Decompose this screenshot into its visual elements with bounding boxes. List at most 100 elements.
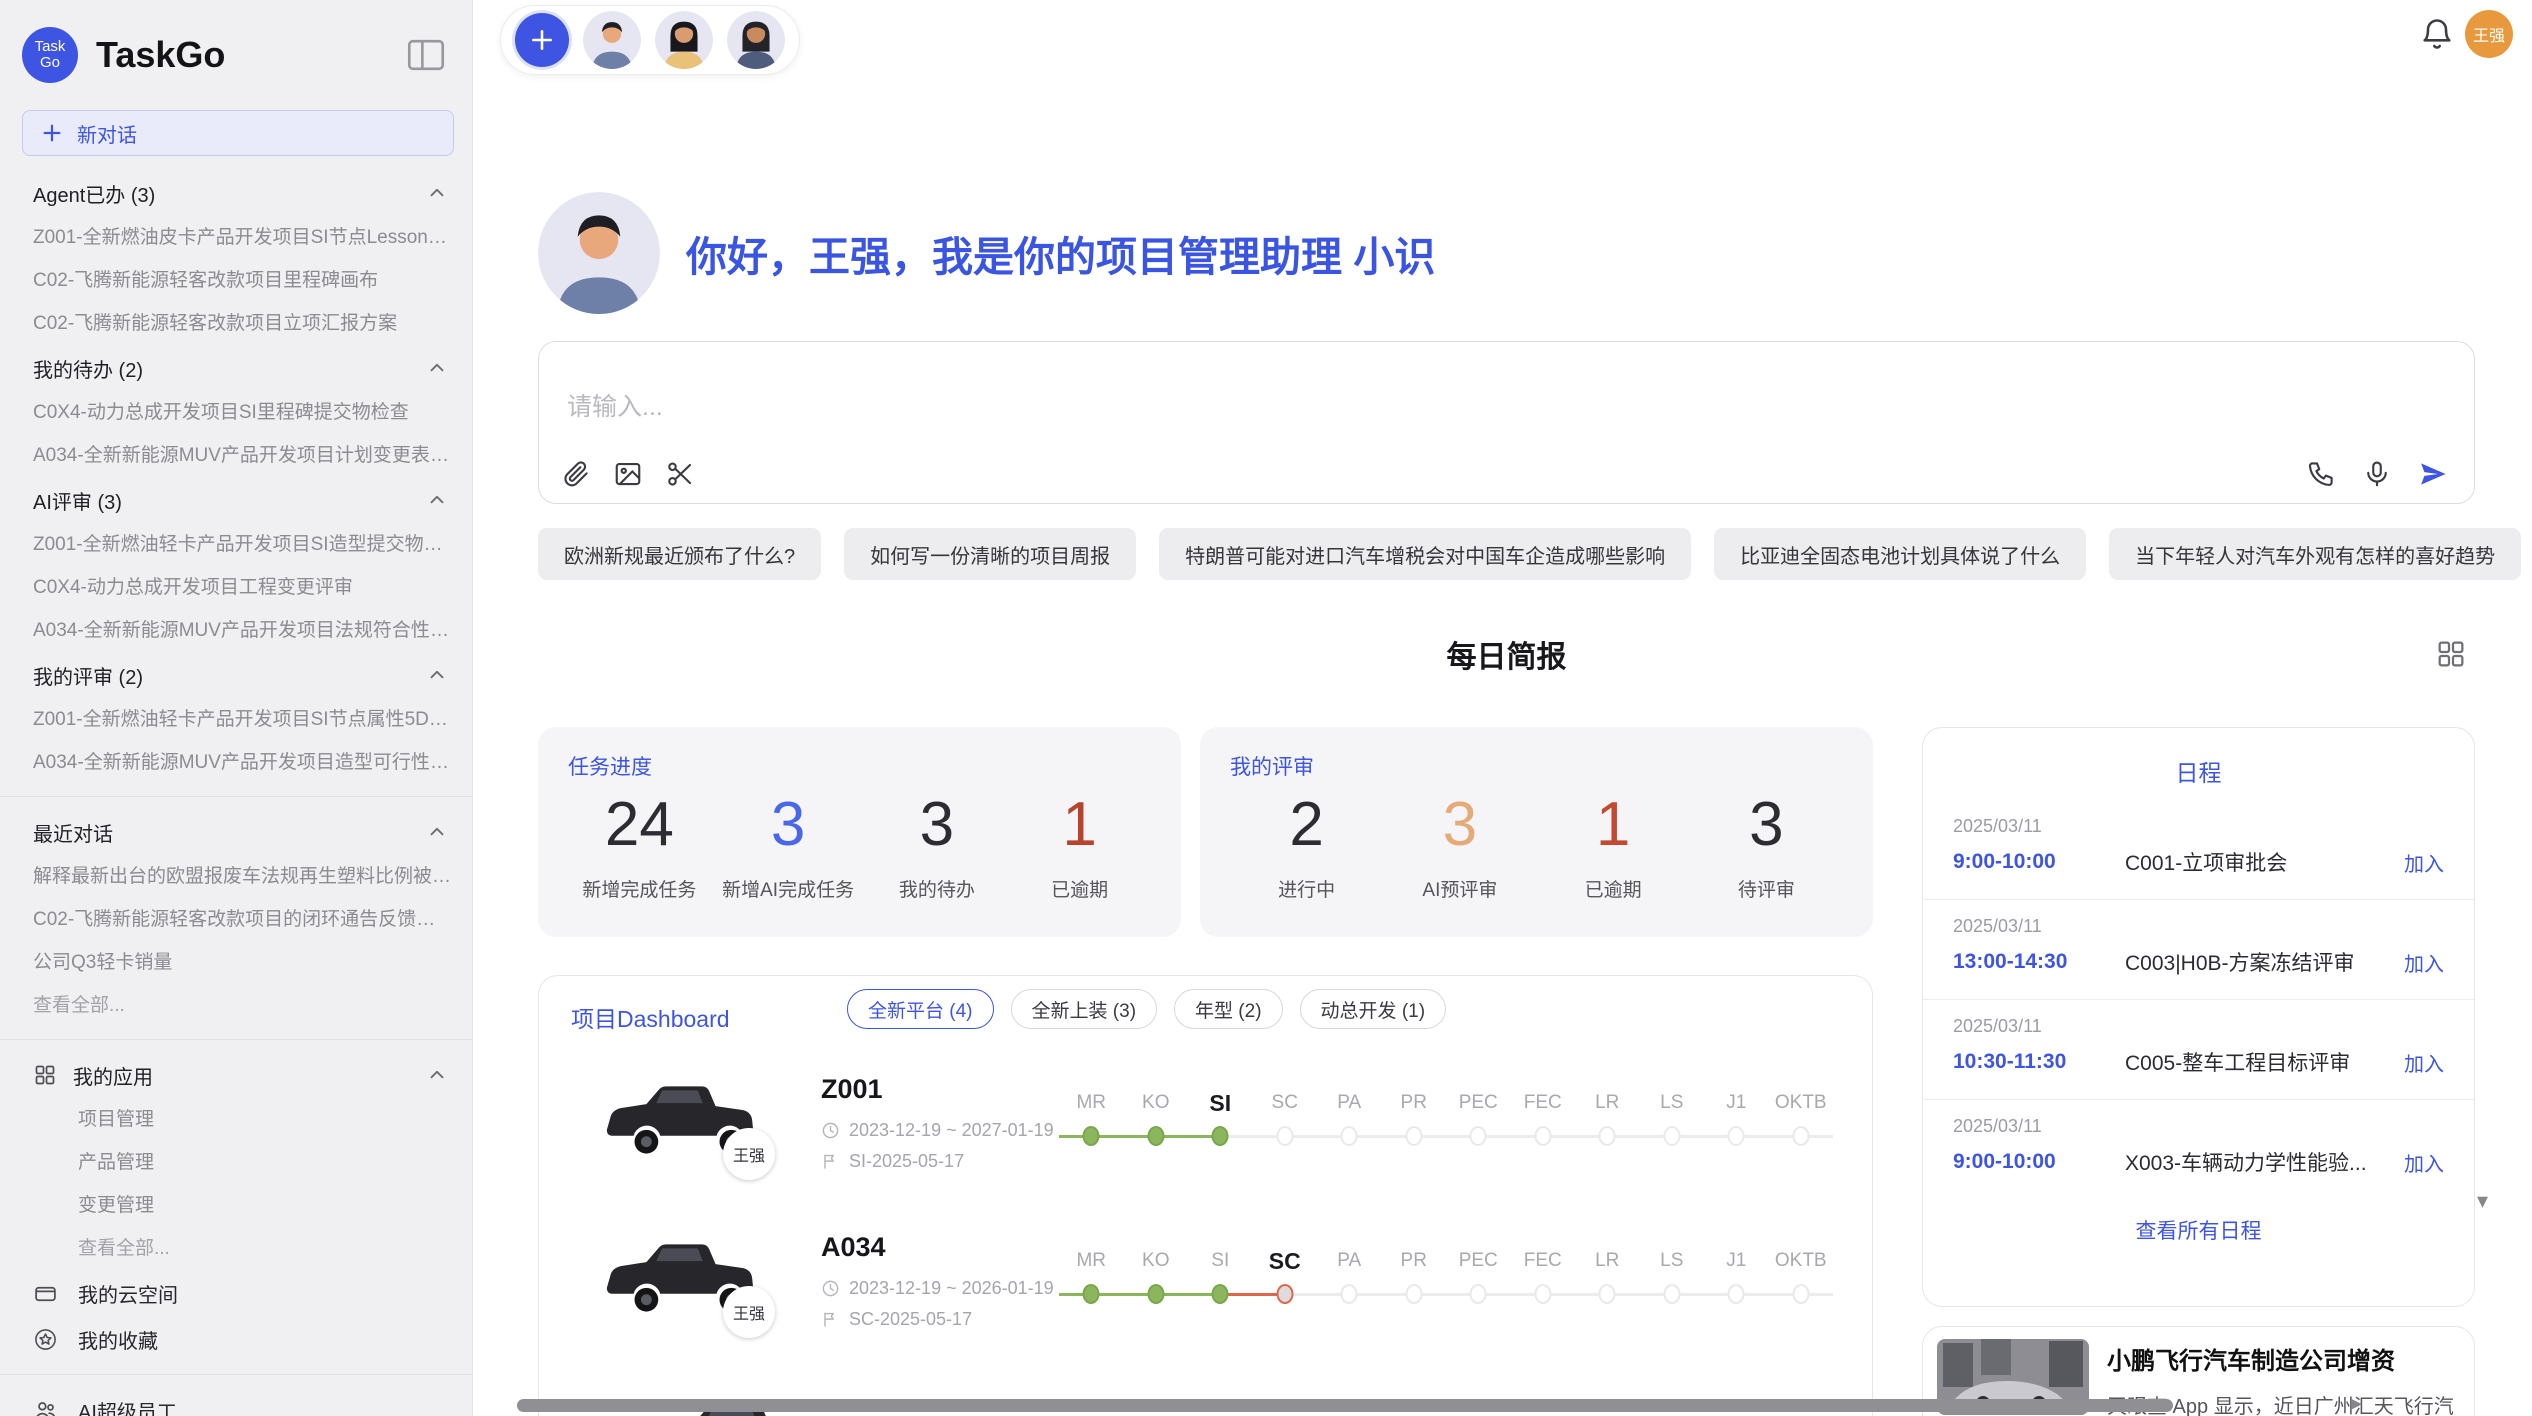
dashboard-filter-pill[interactable]: 全新平台 (4) [847,989,994,1029]
join-meeting-link[interactable]: 加入 [2404,848,2444,877]
message-input[interactable] [565,392,1769,423]
milestone-node-area [1382,1118,1447,1158]
sidebar-item-favorites[interactable]: 我的收藏 [0,1316,472,1362]
scissors-icon[interactable] [665,459,695,489]
dashboard-filter-pill[interactable]: 动总开发 (1) [1300,989,1447,1029]
plus-icon [529,27,555,53]
horizontal-scrollbar-thumb[interactable] [517,1399,2173,1412]
suggestion-chip[interactable]: 特朗普可能对进口汽车增税会对中国车企造成哪些影响 [1159,528,1691,580]
milestone-station: FEC [1511,1088,1576,1158]
schedule-date: 2025/03/11 [1953,1116,2444,1137]
taskgo-app: Task Go TaskGo 新对话 Agent已办 (3)Z001-全新燃油皮… [0,0,2532,1416]
sidebar-item[interactable]: C0X4-动力总成开发项目SI里程碑提交物检查 [0,391,472,434]
sidebar-app-item[interactable]: 产品管理 [0,1141,472,1184]
stat-metric: 24新增完成任务 [579,789,699,902]
sidebar-item-ai-staff[interactable]: AI超级员工 [0,1387,472,1416]
sidebar-section-header[interactable]: 我的评审 (2) [0,652,472,698]
new-chat-button[interactable]: 新对话 [22,110,454,156]
sidebar-item[interactable]: C0X4-动力总成开发项目工程变更评审 [0,566,472,609]
milestone-label: LR [1595,1088,1619,1118]
greeting-block: 你好，王强，我是你的项目管理助理 小识 [538,192,1435,314]
dashboard-filter-pill[interactable]: 全新上装 (3) [1011,989,1158,1029]
phone-icon[interactable] [2306,459,2336,489]
section-title: AI评审 (3) [33,486,122,515]
metric-value: 2 [1247,789,1367,861]
user-avatar[interactable]: 王强 [2465,10,2513,58]
stat-card: 任务进度24新增完成任务3新增AI完成任务3我的待办1已逾期 [538,727,1181,937]
notification-bell-icon[interactable] [2419,16,2455,52]
composer-attachments [561,459,695,489]
sidebar-section-header[interactable]: Agent已办 (3) [0,170,472,216]
milestone-station: OKTB [1769,1246,1834,1316]
sidebar-section-header[interactable]: 最近对话 [0,809,472,855]
sidebar-section-header[interactable]: 我的应用 [0,1052,472,1098]
milestone-node-area [1640,1276,1705,1316]
scroll-down-arrow[interactable]: ▾ [2477,1188,2488,1214]
sidebar-item[interactable]: Z001-全新燃油轻卡产品开发项目SI造型提交物评审 [0,523,472,566]
milestone-node-area [1317,1276,1382,1316]
metric-value: 24 [579,789,699,861]
milestone-station: J1 [1704,1088,1769,1158]
add-agent-button[interactable] [515,13,569,67]
sidebar-app-item[interactable]: 项目管理 [0,1098,472,1141]
paperclip-icon[interactable] [561,459,591,489]
sidebar-collapse-icon[interactable] [406,39,446,71]
stat-metrics: 24新增完成任务3新增AI完成任务3我的待办1已逾期 [568,789,1151,902]
sidebar-item[interactable]: C02-飞腾新能源轻客改款项目立项汇报方案 [0,302,472,345]
milestone-node-area [1446,1118,1511,1158]
dashboard-filter-pill[interactable]: 年型 (2) [1174,989,1283,1029]
milestone-label: FEC [1524,1246,1562,1276]
suggestion-chip[interactable]: 如何写一份清晰的项目周报 [844,528,1136,580]
schedule-time: 10:30-11:30 [1953,1050,2125,1074]
agent-avatar-3[interactable] [727,11,785,69]
layout-grid-icon[interactable] [2435,638,2467,670]
sidebar-item[interactable]: A034-全新新能源MUV产品开发项目造型可行性评审 [0,741,472,784]
milestone-station: SC [1253,1088,1318,1158]
project-owner-badge: 王强 [723,1286,775,1338]
sidebar-item[interactable]: A034-全新新能源MUV产品开发项目法规符合性评审 [0,609,472,652]
sidebar-item[interactable]: Z001-全新燃油皮卡产品开发项目SI节点Lesson Learn报告 [0,216,472,259]
sidebar-item[interactable]: C02-飞腾新能源轻客改款项目的闭环通告反馈情况 [0,898,472,941]
agent-avatar-2[interactable] [655,11,713,69]
join-meeting-link[interactable]: 加入 [2404,1148,2444,1177]
sidebar-item[interactable]: C02-飞腾新能源轻客改款项目里程碑画布 [0,259,472,302]
milestone-label: J1 [1726,1088,1746,1118]
sidebar-divider [0,1374,472,1375]
schedule-date: 2025/03/11 [1953,916,2444,937]
suggestion-chip[interactable]: 欧洲新规最近颁布了什么? [538,528,821,580]
schedule-event-title: C005-整车工程目标评审 [2125,1047,2388,1077]
milestone-station: LR [1575,1246,1640,1316]
metric-value: 1 [1020,789,1140,861]
metric-label: 我的待办 [877,875,997,902]
metric-value: 3 [722,789,854,861]
send-icon[interactable] [2418,459,2448,489]
project-dashboard-card: 项目Dashboard 全新平台 (4)全新上装 (3)年型 (2)动总开发 (… [538,975,1873,1416]
image-icon[interactable] [613,459,643,489]
milestone-node-area [1640,1118,1705,1158]
join-meeting-link[interactable]: 加入 [2404,1048,2444,1077]
sidebar: Task Go TaskGo 新对话 Agent已办 (3)Z001-全新燃油皮… [0,0,473,1416]
project-code: A034 [821,1232,886,1263]
milestone-label: MR [1076,1088,1106,1118]
section-title: Agent已办 (3) [33,179,155,208]
milestone-node [1534,1126,1551,1146]
view-all-schedule-link[interactable]: 查看所有日程 [1923,1199,2474,1261]
microphone-icon[interactable] [2362,459,2392,489]
view-all-apps[interactable]: 查看全部... [0,1227,472,1270]
sidebar-section-header[interactable]: 我的待办 (2) [0,345,472,391]
view-all-conversations[interactable]: 查看全部... [0,984,472,1027]
sidebar-item[interactable]: Z001-全新燃油轻卡产品开发项目SI节点属性5D文件评审 [0,698,472,741]
sidebar-section-header[interactable]: AI评审 (3) [0,477,472,523]
milestone-label: PEC [1459,1246,1498,1276]
sidebar-item[interactable]: A034-全新新能源MUV产品开发项目计划变更表编写 [0,434,472,477]
sidebar-item[interactable]: 公司Q3轻卡销量 [0,941,472,984]
sidebar-app-item[interactable]: 变更管理 [0,1184,472,1227]
clock-icon [821,1121,840,1140]
suggestion-chip[interactable]: 当下年轻人对汽车外观有怎样的喜好趋势 [2109,528,2521,580]
agent-avatar-1[interactable] [583,11,641,69]
sidebar-item-cloud-space[interactable]: 我的云空间 [0,1270,472,1316]
scroll-right-arrow[interactable]: ▸ [2351,1390,2362,1416]
suggestion-chip[interactable]: 比亚迪全固态电池计划具体说了什么 [1714,528,2086,580]
sidebar-item[interactable]: 解释最新出台的欧盟报废车法规再生塑料比例被调至15%... [0,855,472,898]
join-meeting-link[interactable]: 加入 [2404,948,2444,977]
